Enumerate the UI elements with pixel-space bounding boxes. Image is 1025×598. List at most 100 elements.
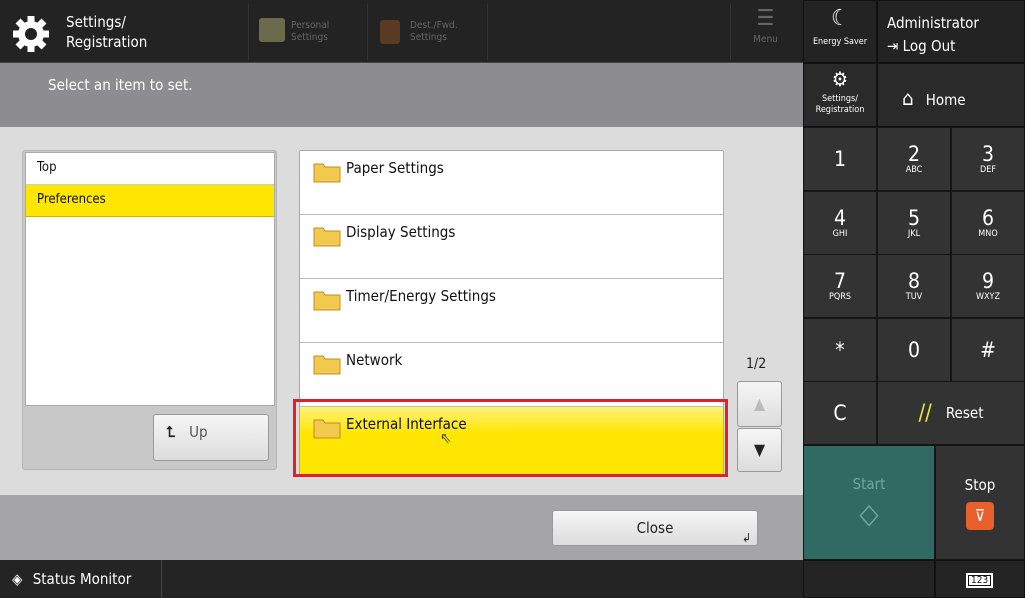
key-letters: DEF [979, 165, 996, 175]
scroll-down-button[interactable]: ▼ [737, 428, 782, 472]
scroll-up-button[interactable]: ▲ [737, 381, 782, 427]
home-icon: ⌂ [902, 86, 914, 110]
key-digit: 7 [833, 269, 847, 293]
selection-outline [293, 399, 728, 477]
key-letters: ABC [905, 165, 923, 175]
item-label: Display Settings [346, 223, 456, 241]
key-0[interactable]: 0 [877, 317, 951, 382]
folder-icon [313, 291, 341, 311]
tree-list: Top Preferences [25, 152, 275, 406]
tree-panel: Top Preferences ⮤ Up [22, 150, 277, 470]
triangle-down-icon: ▼ [753, 440, 766, 459]
user-panel: Administrator ⇥ Log Out [877, 0, 1025, 63]
status-monitor-button[interactable]: ◈ Status Monitor [0, 560, 162, 598]
stop-label: Stop [964, 475, 996, 494]
user-name: Administrator [887, 14, 979, 32]
home-button[interactable]: ⌂ Home [877, 63, 1025, 127]
page-indicator: 1/2 [746, 356, 767, 372]
list-item-display-settings[interactable]: Display Settings [300, 215, 723, 279]
key-digit: 9 [981, 269, 995, 293]
key-3[interactable]: 3 DEF [951, 127, 1025, 191]
list-item-timer-energy-settings[interactable]: Timer/Energy Settings [300, 279, 723, 343]
close-button[interactable]: Close ↲ [552, 510, 758, 546]
address-book-icon [380, 20, 400, 44]
menu-button[interactable]: ☰ Menu [730, 4, 800, 60]
reset-icon: // [918, 400, 932, 426]
tree-item-top[interactable]: Top [26, 153, 274, 185]
key-digit: 6 [981, 205, 995, 230]
stop-button[interactable]: Stop ⊽ [935, 445, 1025, 560]
key-4[interactable]: 4 GHI [803, 190, 877, 255]
status-monitor-label: Status Monitor [32, 570, 132, 588]
folder-icon [313, 355, 341, 375]
tab-label: Dest./Fwd. [410, 20, 458, 31]
key-1[interactable]: 1 [803, 127, 877, 191]
key-5[interactable]: 5 JKL [877, 190, 951, 255]
settings-registration-title: Settings/Registration [0, 0, 240, 63]
status-bar: ◈ Status Monitor [0, 560, 803, 598]
tab-label: Settings [410, 32, 447, 43]
reset-label: Reset [945, 404, 984, 422]
key-letters: WXYZ [975, 292, 1001, 302]
list-item-network[interactable]: Network [300, 343, 723, 407]
close-label: Close [636, 519, 674, 537]
top-bar: Settings/Registration Personal Settings D… [0, 0, 803, 63]
gear-icon [13, 16, 49, 52]
list-item-paper-settings[interactable]: Paper Settings [300, 151, 723, 215]
home-label: Home [925, 91, 966, 109]
key-digit: 2 [907, 142, 921, 166]
stop-icon: ⊽ [966, 501, 994, 530]
key-letters: GHI [832, 228, 848, 239]
personal-settings-icon [259, 18, 285, 42]
clear-label: C [833, 401, 847, 425]
reset-button[interactable]: // Reset [877, 381, 1025, 445]
triangle-up-icon: ▲ [753, 394, 766, 413]
tab-label: Settings [291, 32, 328, 43]
key-digit: 3 [981, 142, 995, 166]
key-8[interactable]: 8 TUV [877, 254, 951, 318]
key-star[interactable]: * [803, 317, 877, 382]
instruction-text: Select an item to set. [48, 76, 193, 94]
item-label: Network [346, 351, 403, 369]
menu-label: Menu [753, 34, 778, 45]
key-digit: 5 [907, 205, 921, 230]
start-diamond-icon: ◇ [859, 497, 879, 530]
tab-dest-fwd-settings[interactable]: Dest./Fwd. Settings [368, 4, 488, 60]
folder-icon [313, 227, 341, 247]
key-digit: 4 [833, 205, 847, 230]
key-2[interactable]: 2 ABC [877, 127, 951, 191]
item-label: Paper Settings [346, 159, 444, 177]
hamburger-icon: ☰ [756, 6, 775, 31]
clear-key[interactable]: C [803, 381, 877, 445]
folder-icon [313, 163, 341, 183]
tree-item-preferences[interactable]: Preferences [26, 185, 274, 217]
up-label: Up [189, 423, 208, 441]
key-letters: MNO [978, 228, 998, 239]
gear-icon: ⚙ [831, 67, 849, 91]
energy-saver-label: Energy Saver [812, 37, 868, 47]
up-button[interactable]: ⮤ Up [153, 414, 269, 461]
key-hash[interactable]: # [951, 317, 1025, 382]
start-label: Start [852, 475, 886, 493]
enter-icon: ↲ [741, 531, 751, 545]
key-digit: 8 [907, 269, 921, 293]
tab-personal-settings[interactable]: Personal Settings [248, 4, 368, 60]
logout-button[interactable]: ⇥ Log Out [887, 35, 1015, 58]
start-button[interactable]: Start ◇ [803, 445, 935, 560]
key-6[interactable]: 6 MNO [951, 190, 1025, 255]
key-digit: * [835, 337, 845, 362]
key-letters: JKL [907, 228, 921, 239]
key-7[interactable]: 7 PQRS [803, 254, 877, 318]
label: Settings/ [822, 94, 858, 104]
status-area [803, 560, 935, 598]
label: Registration [815, 105, 865, 115]
counter-button[interactable]: 123 [935, 560, 1025, 598]
logout-label: Log Out [902, 37, 956, 55]
item-label: Timer/Energy Settings [346, 287, 496, 305]
title-line: Settings/ [66, 13, 126, 31]
energy-saver-button[interactable]: ☾ Energy Saver [803, 0, 877, 63]
key-9[interactable]: 9 WXYZ [951, 254, 1025, 318]
settings-registration-button[interactable]: ⚙ Settings/Registration [803, 63, 877, 127]
instruction-banner: Select an item to set. [0, 63, 803, 127]
key-digit: 1 [833, 147, 847, 171]
